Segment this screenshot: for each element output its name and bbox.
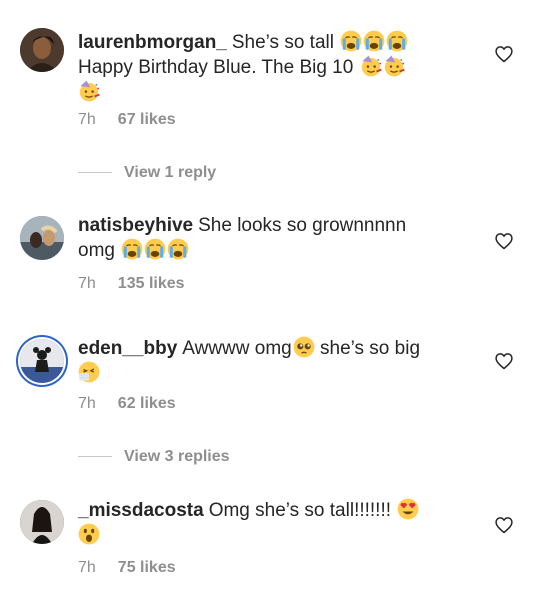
partying-face-emoji bbox=[78, 80, 100, 102]
partying-face-emoji bbox=[360, 55, 382, 77]
comment-time: 7h bbox=[78, 111, 96, 128]
comment-meta: 7h 135 likes bbox=[78, 274, 185, 294]
comment-line1: Omg she’s so tall!!!!!!! bbox=[208, 500, 392, 521]
comment-line1: She’s so tall bbox=[231, 32, 334, 53]
comment-time: 7h bbox=[78, 275, 96, 292]
like-heart-icon[interactable] bbox=[494, 515, 514, 535]
comment-username[interactable]: eden__bby bbox=[78, 338, 177, 359]
comment-likes[interactable]: 135 likes bbox=[118, 275, 185, 292]
comment-username[interactable]: natisbeyhive bbox=[78, 215, 193, 236]
comment-likes[interactable]: 75 likes bbox=[118, 559, 176, 576]
comment-text: eden__bby Awwww omg she’s so big bbox=[78, 336, 473, 386]
comment-line2: omg bbox=[78, 240, 115, 261]
comment-line1: Awwww omg bbox=[182, 338, 292, 359]
comment-username[interactable]: laurenbmorgan_ bbox=[78, 32, 227, 53]
loudly-crying-face-emoji bbox=[386, 30, 408, 52]
comment-username[interactable]: _missdacosta bbox=[78, 500, 204, 521]
comment-likes[interactable]: 62 likes bbox=[118, 395, 176, 412]
loudly-crying-face-emoji bbox=[167, 238, 189, 260]
view-replies-button[interactable]: View 3 replies bbox=[78, 447, 230, 467]
view-replies-label: View 1 reply bbox=[124, 164, 217, 181]
loudly-crying-face-emoji bbox=[144, 238, 166, 260]
comment-text: natisbeyhive She looks so grownnnnn omg bbox=[78, 214, 473, 263]
comment-meta: 7h 67 likes bbox=[78, 110, 176, 130]
comment-line1: She looks so grownnnnn bbox=[198, 215, 407, 236]
comment-likes[interactable]: 67 likes bbox=[118, 111, 176, 128]
pleading-face-emoji bbox=[293, 336, 315, 358]
avatar[interactable] bbox=[20, 28, 64, 72]
reply-divider bbox=[78, 456, 112, 458]
avatar[interactable] bbox=[20, 216, 64, 260]
view-replies-label: View 3 replies bbox=[124, 448, 230, 465]
comment-line1-after: she’s so big bbox=[320, 338, 421, 359]
comment-line2: Happy Birthday Blue. The Big 10 bbox=[78, 57, 354, 78]
loudly-crying-face-emoji bbox=[363, 30, 385, 52]
loudly-crying-face-emoji bbox=[121, 238, 143, 260]
comment-text: laurenbmorgan_ She’s so tall Happy Birthd… bbox=[78, 30, 473, 105]
comment-meta: 7h 62 likes bbox=[78, 394, 176, 414]
comment-meta: 7h 75 likes bbox=[78, 558, 176, 578]
like-heart-icon[interactable] bbox=[494, 231, 514, 251]
comment-text: _missdacosta Omg she’s so tall!!!!!!! bbox=[78, 498, 473, 548]
like-heart-icon[interactable] bbox=[494, 44, 514, 64]
avatar[interactable] bbox=[20, 339, 64, 383]
comment-time: 7h bbox=[78, 395, 96, 412]
partying-face-emoji bbox=[383, 55, 405, 77]
comment-time: 7h bbox=[78, 559, 96, 576]
reply-divider bbox=[78, 172, 112, 174]
loudly-crying-face-emoji bbox=[340, 30, 362, 52]
heart-eyes-emoji bbox=[397, 498, 419, 520]
avatar[interactable] bbox=[20, 500, 64, 544]
sneezing-face-emoji bbox=[78, 361, 100, 383]
face-with-open-mouth-emoji bbox=[78, 523, 100, 545]
like-heart-icon[interactable] bbox=[494, 351, 514, 371]
view-replies-button[interactable]: View 1 reply bbox=[78, 163, 216, 183]
